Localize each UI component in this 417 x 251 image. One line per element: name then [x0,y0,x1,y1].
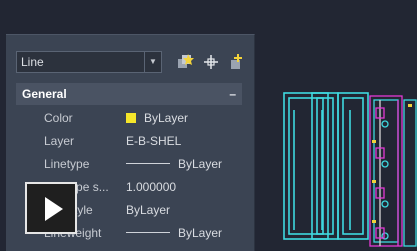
property-label: Layer [44,134,75,148]
color-swatch [126,113,136,123]
section-title: General [22,87,67,101]
property-label: Color [44,111,73,125]
select-objects-icon[interactable] [202,53,220,71]
property-value[interactable]: ByLayer [126,226,222,240]
property-value[interactable]: 1.000000 [126,180,176,194]
quick-select-icon[interactable] [176,53,194,71]
collapse-icon[interactable]: – [229,83,236,105]
properties-toolbar: Line ▼ [16,51,252,77]
property-value[interactable]: ByLayer [126,157,222,171]
lineweight-sample [126,232,170,233]
property-row-linetype[interactable]: Linetype ByLayer [16,153,242,176]
general-section-header[interactable]: General – [16,83,242,105]
linetype-sample [126,163,170,164]
property-value[interactable]: E-B-SHEL [126,134,181,148]
chevron-down-icon[interactable]: ▼ [144,52,161,72]
object-type-value: Line [21,55,44,69]
property-row-layer[interactable]: Layer E-B-SHEL [16,130,242,153]
object-type-dropdown[interactable]: Line ▼ [16,51,162,73]
property-row-color[interactable]: Color ByLayer [16,107,242,130]
toggle-pickadd-icon[interactable] [228,53,246,71]
property-label: Linetype [44,157,90,171]
play-icon [45,197,63,221]
property-value[interactable]: ByLayer [126,111,188,125]
play-video-button[interactable] [25,182,77,234]
property-value[interactable]: ByLayer [126,203,170,217]
